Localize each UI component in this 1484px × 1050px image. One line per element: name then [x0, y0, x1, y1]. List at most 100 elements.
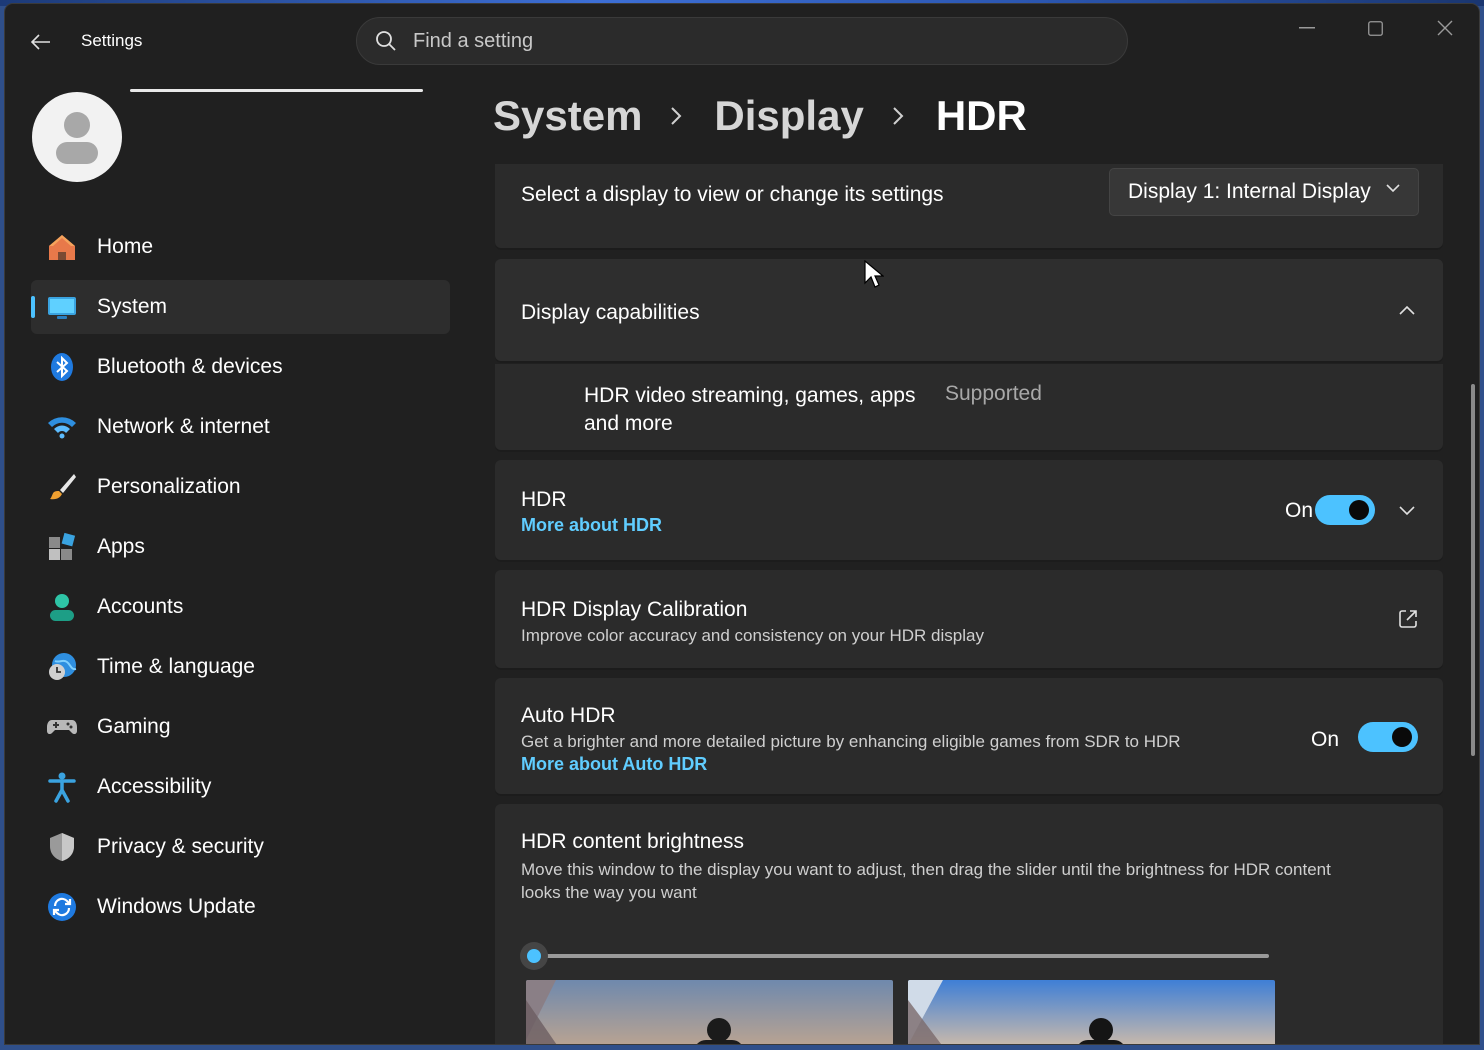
display-capabilities-title: Display capabilities [521, 301, 700, 324]
sidebar-item-label: Network & internet [97, 415, 270, 438]
sidebar-item-bluetooth[interactable]: Bluetooth & devices [31, 340, 450, 394]
hdr-calibration-title: HDR Display Calibration [521, 598, 748, 621]
auto-hdr-state-label: On [1310, 728, 1339, 751]
auto-hdr-desc: Get a brighter and more detailed picture… [521, 732, 1181, 751]
sidebar-item-label: Personalization [97, 475, 241, 498]
hdr-title: HDR [521, 488, 567, 511]
back-arrow-icon [31, 34, 50, 50]
chevron-right-icon [670, 104, 686, 128]
display-select-label: Select a display to view or change its s… [521, 183, 944, 206]
sidebar-item-label: Apps [97, 535, 145, 558]
bluetooth-icon [45, 350, 79, 384]
hdr-toggle[interactable] [1315, 495, 1375, 525]
display-capabilities-header[interactable]: Display capabilities [495, 259, 1443, 363]
gamepad-icon [45, 710, 79, 744]
app-title: Settings [81, 31, 143, 50]
display-dropdown-value: Display 1: Internal Display [1128, 180, 1371, 203]
auto-hdr-card: Auto HDR Get a brighter and more detaile… [495, 678, 1443, 796]
close-button[interactable] [1410, 4, 1479, 52]
person-icon [56, 112, 98, 164]
breadcrumb-system[interactable]: System [493, 92, 642, 140]
capability-label: HDR video streaming, games, apps and mor… [584, 382, 915, 438]
close-icon [1437, 20, 1452, 36]
sidebar-item-accounts[interactable]: Accounts [31, 580, 450, 634]
hdr-preview-image [908, 980, 1275, 1044]
auto-hdr-toggle[interactable] [1358, 722, 1418, 752]
more-about-hdr-link[interactable]: More about HDR [521, 515, 662, 536]
avatar[interactable] [32, 92, 122, 182]
hdr-state-label: On [1284, 499, 1313, 522]
user-name-placeholder [130, 89, 423, 92]
hdr-card: HDR More about HDR On [495, 460, 1443, 562]
hdr-brightness-title: HDR content brightness [521, 830, 744, 853]
sidebar-item-accessibility[interactable]: Accessibility [31, 760, 450, 814]
sidebar-item-label: Accessibility [97, 775, 212, 798]
display-select-card: Select a display to view or change its s… [495, 164, 1443, 250]
capability-label-line: HDR video streaming, games, apps [584, 384, 916, 407]
sidebar-item-home[interactable]: Home [31, 220, 450, 274]
search-icon [375, 29, 399, 53]
search-input[interactable] [411, 20, 1127, 62]
sidebar-item-windows-update[interactable]: Windows Update [31, 880, 450, 934]
open-external-icon[interactable] [1398, 609, 1418, 629]
sidebar-item-gaming[interactable]: Gaming [31, 700, 450, 754]
breadcrumb-display[interactable]: Display [714, 92, 863, 140]
page-title: HDR [935, 92, 1027, 139]
system-icon [45, 290, 79, 324]
sidebar-item-label: Time & language [97, 655, 255, 678]
chevron-right-icon [892, 104, 908, 128]
sidebar-item-label: Gaming [97, 715, 171, 738]
sidebar-item-personalization[interactable]: Personalization [31, 460, 450, 514]
clock-globe-icon [45, 650, 79, 684]
hdr-brightness-desc: Move this window to the display you want… [521, 858, 1331, 904]
chevron-up-icon[interactable] [1399, 305, 1415, 315]
update-icon [45, 890, 79, 924]
brightness-slider-thumb[interactable] [520, 942, 548, 970]
mouse-cursor-icon [864, 260, 884, 288]
sidebar-item-label: Privacy & security [97, 835, 264, 858]
sidebar-item-label: System [97, 295, 168, 318]
sidebar-item-label: Bluetooth & devices [97, 355, 283, 378]
capability-value: Supported [945, 382, 1042, 405]
display-dropdown[interactable]: Display 1: Internal Display [1109, 168, 1419, 216]
sidebar-item-network[interactable]: Network & internet [31, 400, 450, 454]
sdr-preview-image [526, 980, 893, 1044]
more-about-auto-hdr-link[interactable]: More about Auto HDR [521, 754, 707, 775]
content-scrollbar[interactable] [1471, 384, 1475, 756]
display-capabilities-body: HDR video streaming, games, apps and mor… [495, 364, 1443, 452]
minimize-button[interactable] [1272, 4, 1341, 52]
apps-icon [45, 530, 79, 564]
home-icon [45, 230, 79, 264]
hdr-calibration-desc: Improve color accuracy and consistency o… [521, 626, 984, 645]
chevron-down-icon [1386, 184, 1400, 193]
brush-icon [45, 470, 79, 504]
sidebar-item-label: Accounts [97, 595, 184, 618]
shield-icon [45, 830, 79, 864]
sidebar-item-time-language[interactable]: Time & language [31, 640, 450, 694]
main-content: Select a display to view or change its s… [495, 164, 1443, 1044]
hdr-brightness-desc-line: looks the way you want [521, 883, 697, 902]
breadcrumb: System Display HDR [493, 92, 1027, 140]
sidebar-item-system[interactable]: System [31, 280, 450, 334]
sidebar-nav: Home System Bluetooth & devices Network … [31, 220, 450, 940]
maximize-icon [1368, 20, 1383, 36]
sidebar-item-apps[interactable]: Apps [31, 520, 450, 574]
sidebar-item-label: Windows Update [97, 895, 256, 918]
accounts-icon [45, 590, 79, 624]
window-controls [1272, 4, 1479, 52]
auto-hdr-title: Auto HDR [521, 704, 616, 727]
sidebar-item-privacy[interactable]: Privacy & security [31, 820, 450, 874]
accessibility-icon [45, 770, 79, 804]
minimize-icon [1298, 27, 1315, 29]
maximize-button[interactable] [1341, 4, 1410, 52]
chevron-down-icon[interactable] [1399, 506, 1415, 516]
brightness-slider-track[interactable] [527, 954, 1269, 958]
search-box[interactable] [356, 17, 1128, 65]
capability-label-line: and more [584, 412, 673, 435]
settings-window: Settings Home [5, 4, 1479, 1044]
sidebar-item-label: Home [97, 235, 154, 258]
hdr-calibration-card[interactable]: HDR Display Calibration Improve color ac… [495, 570, 1443, 670]
hdr-brightness-desc-line: Move this window to the display you want… [521, 860, 1331, 879]
back-button[interactable] [25, 26, 57, 58]
wifi-icon [45, 410, 79, 444]
